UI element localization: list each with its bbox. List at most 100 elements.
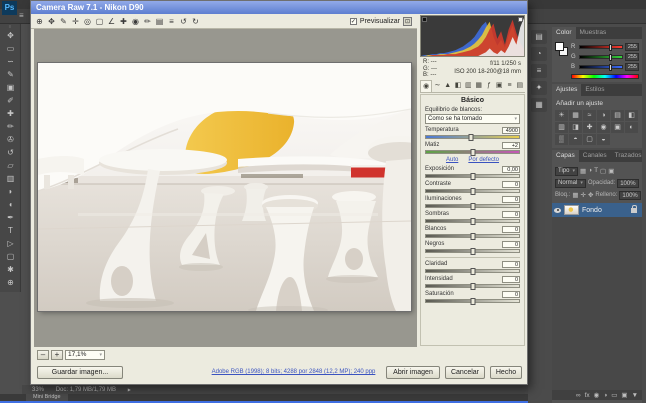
fill-value[interactable]: 100% [619,191,640,200]
rotate-right-button[interactable]: ↻ [190,16,201,27]
tab-channels[interactable]: Canales [579,150,611,162]
lock-position-icon[interactable]: ✥ [588,191,593,199]
adjustment-selective-color[interactable]: ▢ [583,134,596,145]
slider-value-box[interactable]: 0 [502,261,520,268]
move-tool[interactable]: ✥ [0,29,21,42]
slider-value-box[interactable]: 0,00 [502,166,520,173]
blend-mode-dropdown[interactable]: Normal ▾ [555,179,586,188]
channel-value[interactable]: 255 [625,53,639,61]
color-spectrum-ramp[interactable] [571,74,639,79]
brush-tool[interactable]: ✏ [0,120,21,133]
tab-presets[interactable]: ≡ [504,80,514,92]
graduated-filter-tool[interactable]: ▤ [154,16,165,27]
tab-split-toning[interactable]: ▥ [463,80,473,92]
adjustment-posterize[interactable]: ▒ [555,134,568,145]
straighten-tool[interactable]: ∠ [106,16,117,27]
channel-slider-thumb[interactable] [609,54,612,61]
crop-tool[interactable]: ▣ [0,81,21,94]
slider-value-box[interactable]: 0 [502,226,520,233]
zoom-out-button[interactable]: – [37,350,49,360]
layer-group-icon[interactable]: ▭ [611,391,617,399]
adjustment-gradient-map[interactable]: ◒ [597,134,610,145]
quick-selection-tool[interactable]: ✎ [0,68,21,81]
histogram[interactable] [420,15,525,57]
channel-slider[interactable] [579,45,623,49]
zoom-level[interactable]: 33% [32,387,44,393]
red-eye-tool[interactable]: ◉ [130,16,141,27]
layer-visibility-eye-icon[interactable] [554,208,561,213]
adjustment-hue-saturation[interactable]: ◧ [625,110,638,121]
adjustment-layer-icon[interactable]: ◑ [603,392,607,399]
adjustment-brightness-contrast[interactable]: ☀ [555,110,568,121]
dialog-title-bar[interactable]: Camera Raw 7.1 - Nikon D90 [31,1,527,14]
tab-lens-corrections[interactable]: ▦ [473,80,483,92]
rotate-left-button[interactable]: ↺ [178,16,189,27]
history-brush-tool[interactable]: ↺ [0,146,21,159]
slider-track[interactable] [425,189,520,193]
delete-layer-icon[interactable]: ▼ [632,392,638,399]
filter-type-icon[interactable]: T [594,167,598,175]
lock-transparent-icon[interactable]: ▦ [572,191,578,199]
spot-removal-tool[interactable]: ✚ [118,16,129,27]
slider-thumb[interactable] [470,149,475,156]
foreground-color-swatch[interactable] [555,42,564,51]
adjustment-color-lookup[interactable]: ▣ [611,122,624,133]
auto-link[interactable]: Auto [446,157,458,163]
shape-tool[interactable]: ▢ [0,250,21,263]
layer-effects-icon[interactable]: fx [585,392,590,399]
slider-thumb[interactable] [470,248,475,255]
fullscreen-toggle-icon[interactable]: ⊡ [403,17,412,26]
eyedropper-tool[interactable]: ✐ [0,94,21,107]
slider-track[interactable] [425,284,520,288]
panel-actions-icon[interactable]: ✦ [531,81,547,95]
slider-thumb[interactable] [470,268,475,275]
clone-stamp-tool[interactable]: ✇ [0,133,21,146]
slider-thumb[interactable] [470,188,475,195]
channel-slider-thumb[interactable] [609,64,612,71]
slider-thumb[interactable] [470,298,475,305]
adjustment-levels[interactable]: ▦ [569,110,582,121]
adjustment-channel-mixer[interactable]: ◉ [597,122,610,133]
zoom-tool[interactable]: ⊕ [0,276,21,289]
menu-icon[interactable]: ≡ [19,11,24,20]
foreground-background-swatches[interactable] [555,42,568,64]
layer-thumbnail[interactable] [564,205,579,215]
workflow-options-link[interactable]: Adobe RGB (1998); 8 bits; 4288 por 2848 … [201,369,386,375]
channel-value[interactable]: 255 [625,43,639,51]
default-link[interactable]: Por defecto [468,157,499,163]
lock-pixels-icon[interactable]: ✛ [581,191,586,199]
slider-value-box[interactable]: 0 [502,211,520,218]
slider-thumb[interactable] [470,283,475,290]
save-image-button[interactable]: Guardar imagen... [37,366,123,379]
slider-thumb[interactable] [470,173,475,180]
tab-snapshots[interactable]: ▤ [515,80,525,92]
slider-track[interactable] [425,150,520,154]
tab-basic[interactable]: ◉ [420,80,432,92]
tab-layers[interactable]: Capas [552,150,579,162]
shadow-clipping-indicator[interactable] [422,17,427,22]
panel-properties-icon[interactable]: ◔ [531,47,547,61]
adjustment-brush-tool[interactable]: ✏ [142,16,153,27]
layer-filter-dropdown[interactable]: Tipo ▾ [555,167,578,176]
slider-value-box[interactable]: 0 [502,291,520,298]
slider-thumb[interactable] [470,203,475,210]
layer-row-background[interactable]: Fondo [552,203,642,217]
path-selection-tool[interactable]: ▷ [0,237,21,250]
filter-smart-icon[interactable]: ▣ [608,167,614,175]
done-button[interactable]: Hecho [490,366,522,379]
slider-value-box[interactable]: 4900 [502,127,520,134]
white-balance-dropdown[interactable]: Como se ha tomado ▾ [425,114,520,124]
tab-color[interactable]: Color [552,27,576,39]
filter-adjustment-icon[interactable]: ◑ [588,167,592,175]
slider-value-box[interactable]: 0 [502,241,520,248]
opacity-value[interactable]: 100% [617,179,638,188]
slider-track[interactable] [425,269,520,273]
slider-track[interactable] [425,204,520,208]
tab-swatches[interactable]: Muestras [576,27,611,39]
slider-value-box[interactable]: 0 [502,196,520,203]
crop-tool[interactable]: ▢ [94,16,105,27]
blur-tool[interactable]: ◗ [0,185,21,198]
adjustment-exposure[interactable]: ◑ [597,110,610,121]
tab-camera-calibration[interactable]: ▣ [494,80,504,92]
channel-value[interactable]: 255 [625,63,639,71]
